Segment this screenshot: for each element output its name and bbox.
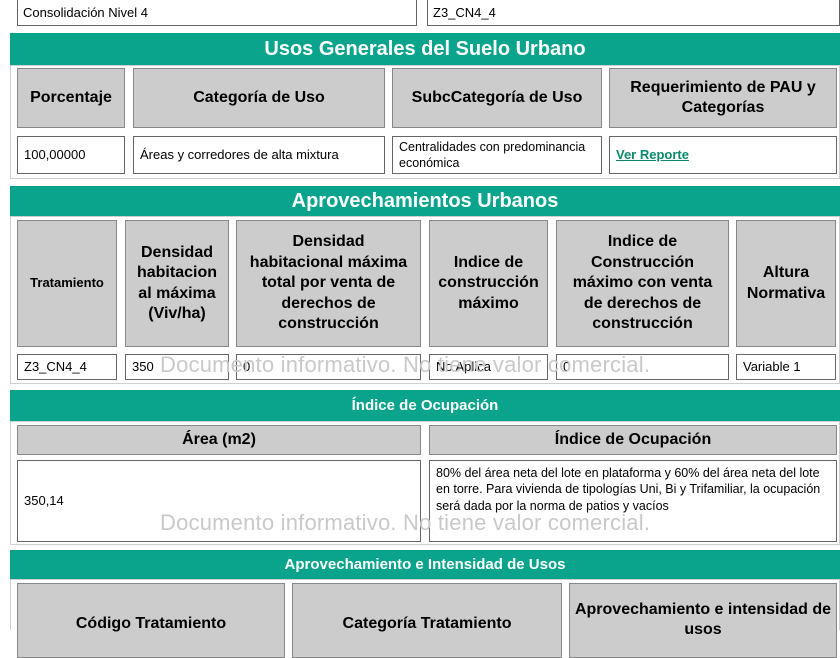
header-indice-construccion-venta: Indice de Construcción máximo con venta … — [556, 220, 729, 347]
header-densidad-maxima: Densidad habitacion al máxima (Viv/ha) — [125, 220, 229, 347]
header-indice-construccion: Indice de construcción máximo — [429, 220, 548, 347]
header-area: Área (m2) — [17, 425, 421, 455]
porcentaje-text: 100,00000 — [24, 146, 86, 162]
header-subcategoria-uso: SubcCategoría de Uso — [392, 68, 602, 128]
intensidad-section-title: Aprovechamiento e Intensidad de Usos — [10, 550, 840, 579]
indice-ocupacion-value: 80% del área neta del lote en plataforma… — [429, 460, 837, 542]
indice-construccion-text: No Aplica — [436, 358, 491, 374]
altura-normativa-text: Variable 1 — [743, 358, 801, 374]
consolidacion-text: Consolidación Nivel 4 — [23, 5, 149, 20]
ocupacion-section-title: Índice de Ocupación — [10, 390, 840, 421]
indice-construccion-value: No Aplica — [429, 354, 548, 380]
top-left-cell: Consolidación Nivel 4 — [17, 0, 417, 26]
altura-normativa-value: Variable 1 — [736, 354, 836, 380]
porcentaje-value: 100,00000 — [17, 136, 125, 174]
header-categoria-tratamiento: Categoría Tratamiento — [292, 583, 562, 658]
subcategoria-value: Centralidades con predominancia económic… — [392, 136, 602, 174]
usos-section-title: Usos Generales del Suelo Urbano — [10, 33, 840, 65]
header-porcentaje: Porcentaje — [17, 68, 125, 128]
tratamiento-code-text: Z3_CN4_4 — [433, 5, 496, 20]
reporte-cell: Ver Reporte — [609, 136, 837, 174]
categoria-value: Áreas y corredores de alta mixtura — [133, 136, 385, 174]
tratamiento-value-text: Z3_CN4_4 — [24, 358, 87, 374]
top-right-cell: Z3_CN4_4 — [427, 0, 840, 26]
header-tratamiento: Tratamiento — [17, 220, 117, 347]
header-categoria-uso: Categoría de Uso — [133, 68, 385, 128]
categoria-text: Áreas y corredores de alta mixtura — [140, 146, 339, 162]
tratamiento-value: Z3_CN4_4 — [17, 354, 117, 380]
indice-construccion-venta-value: 0 — [556, 354, 729, 380]
header-codigo-tratamiento: Código Tratamiento — [17, 583, 285, 658]
header-requerimiento-pau: Requerimiento de PAU y Categorías — [609, 68, 837, 128]
densidad-maxima-text: 350 — [132, 358, 154, 374]
densidad-total-text: 0 — [243, 358, 251, 374]
densidad-maxima-value: 350 — [125, 354, 229, 380]
area-value: 350,14 — [17, 460, 421, 542]
aprovechamientos-section-title: Aprovechamientos Urbanos — [10, 186, 840, 216]
header-altura-normativa: Altura Normativa — [736, 220, 836, 347]
densidad-total-value: 0 — [236, 354, 421, 380]
indice-construccion-venta-text: 0 — [563, 358, 571, 374]
subcategoria-text: Centralidades con predominancia económic… — [399, 139, 586, 170]
header-densidad-total: Densidad habitacional máxima total por v… — [236, 220, 421, 347]
header-aprovechamiento-intensidad: Aprovechamiento e intensidad de usos — [569, 583, 837, 658]
area-text: 350,14 — [24, 492, 64, 508]
ver-reporte-link[interactable]: Ver Reporte — [616, 147, 689, 164]
indice-ocupacion-text: 80% del área neta del lote en plataforma… — [436, 466, 821, 513]
header-indice-ocupacion: Índice de Ocupación — [429, 425, 837, 455]
